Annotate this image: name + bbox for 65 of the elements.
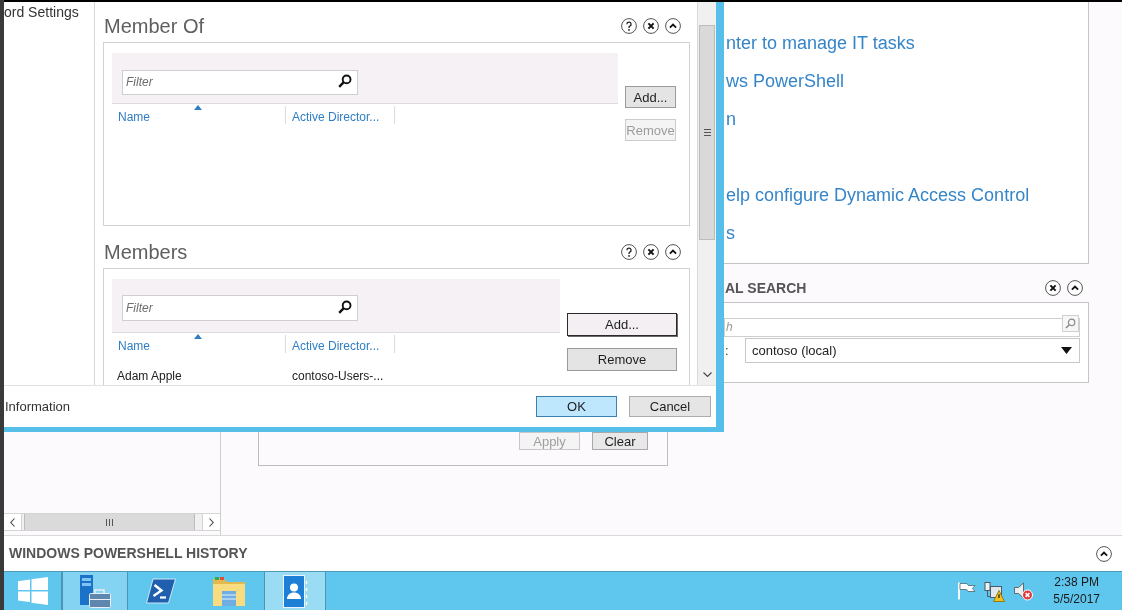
- chevron-right-icon: [209, 517, 214, 527]
- terminal-prompt-icon: [146, 578, 176, 604]
- information-link[interactable]: Information: [5, 396, 71, 417]
- grip-icon: [106, 518, 113, 526]
- help-icon[interactable]: [621, 244, 637, 260]
- folder-icon: [212, 575, 246, 607]
- task-link[interactable]: elp configure Dynamic Access Control: [726, 176, 1030, 214]
- speaker-muted-icon[interactable]: [1013, 581, 1034, 601]
- dialog-button[interactable]: Cancel: [629, 396, 711, 417]
- grip-icon: [703, 129, 711, 136]
- dialog-button[interactable]: OK: [536, 396, 617, 417]
- section-title: AL SEARCH: [725, 280, 807, 296]
- taskbar-button[interactable]: [264, 572, 326, 610]
- section-button[interactable]: Remove: [567, 348, 677, 371]
- column-header[interactable]: Active Director...: [292, 339, 380, 353]
- windows-logo-icon: [17, 577, 48, 605]
- clock-time: 2:38 PM: [1054, 574, 1099, 591]
- section-button[interactable]: Add...: [625, 86, 676, 108]
- taskbar-button[interactable]: [62, 572, 128, 610]
- section-title: Members: [104, 240, 188, 265]
- chevron-left-icon: [10, 517, 15, 527]
- collapse-icon[interactable]: [1067, 280, 1083, 296]
- horizontal-scrollbar[interactable]: [4, 513, 220, 531]
- vertical-scrollbar[interactable]: [697, 2, 716, 385]
- network-warning-icon[interactable]: [984, 580, 1006, 602]
- help-icon[interactable]: [621, 18, 637, 34]
- task-link[interactable]: nter to manage IT tasks: [726, 24, 915, 62]
- collapse-icon[interactable]: [665, 244, 681, 260]
- column-header[interactable]: Name: [118, 110, 150, 124]
- task-link[interactable]: ws PowerShell: [726, 62, 845, 100]
- scroll-right-button[interactable]: [202, 514, 220, 530]
- chevron-down-icon: [702, 372, 712, 377]
- scroll-left-button[interactable]: [4, 514, 22, 530]
- caret-down-icon: [1061, 347, 1072, 354]
- close-icon[interactable]: [643, 18, 659, 34]
- collapse-icon[interactable]: [1096, 545, 1112, 562]
- scope-dropdown[interactable]: contoso (local): [745, 338, 1080, 363]
- column-header[interactable]: Active Director...: [292, 110, 380, 124]
- scrollbar-thumb[interactable]: [699, 25, 715, 240]
- contact-card-icon: [282, 574, 308, 608]
- collapse-icon[interactable]: [665, 18, 681, 34]
- server-toolbox-icon: [79, 574, 111, 608]
- clock-date: 5/5/2017: [1053, 591, 1100, 608]
- search-icon[interactable]: [338, 300, 352, 314]
- flag-icon[interactable]: [957, 582, 977, 600]
- task-link[interactable]: n: [726, 100, 736, 138]
- search-field[interactable]: h: [724, 317, 1080, 337]
- search-icon: [1065, 318, 1076, 329]
- search-button[interactable]: [1062, 315, 1079, 332]
- panel-button[interactable]: Clear: [592, 432, 648, 450]
- close-icon[interactable]: [643, 244, 659, 260]
- section-title: WINDOWS POWERSHELL HISTORY: [9, 544, 248, 563]
- section-button[interactable]: Add...: [567, 313, 677, 336]
- close-icon[interactable]: [1045, 280, 1061, 296]
- search-icon[interactable]: [338, 74, 352, 88]
- scrollbar-thumb[interactable]: [24, 514, 195, 530]
- column-header[interactable]: Name: [118, 339, 150, 353]
- scope-label: :: [724, 341, 730, 360]
- section-title: Member Of: [104, 14, 205, 39]
- table-cell-text: contoso-Users-...: [291, 369, 385, 384]
- filter-field[interactable]: Filter: [122, 295, 358, 321]
- task-link[interactable]: s: [726, 214, 735, 252]
- filter-field[interactable]: Filter: [122, 69, 358, 95]
- table-cell-text: Adam Apple: [116, 369, 183, 384]
- nav-item[interactable]: ord Settings: [4, 4, 79, 20]
